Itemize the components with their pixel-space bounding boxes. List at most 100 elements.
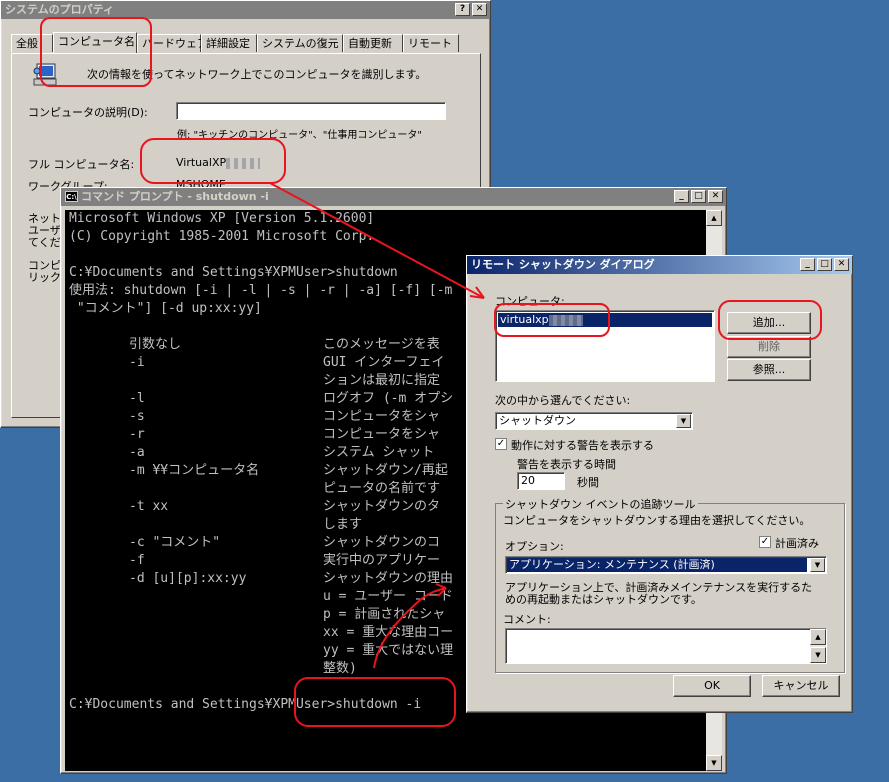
computer-item-text: virtualxp: [500, 313, 549, 326]
choose-action-label: 次の中から選んでください:: [495, 394, 631, 407]
console-line: (C) Copyright 1985-2001 Microsoft Corp.: [69, 229, 375, 244]
option-desc: 整数): [323, 661, 357, 676]
window-title: コマンド プロンプト - shutdown -i: [81, 190, 269, 203]
seconds-label: 秒間: [577, 476, 599, 489]
description-input[interactable]: [176, 102, 446, 120]
option-select[interactable]: アプリケーション: メンテナンス (計画済) ▼: [505, 556, 827, 574]
tab-auto-update[interactable]: 自動更新: [343, 34, 403, 52]
planned-checkbox[interactable]: ✓: [759, 536, 771, 548]
option-flag: -r: [129, 427, 145, 442]
console-line: 使用法: shutdown [-i | -l | -s | -r | -a] […: [69, 283, 461, 298]
window-title: システムのプロパティ: [5, 3, 115, 16]
option-desc: GUI インターフェイ: [323, 355, 445, 370]
close-button[interactable]: ✕: [834, 258, 849, 271]
warn-checkbox-label: 動作に対する警告を表示する: [511, 439, 654, 452]
option-desc: このメッセージを表: [323, 337, 440, 352]
description-label: コンピュータの説明(D):: [28, 106, 148, 119]
option-flag: -i: [129, 355, 145, 370]
option-desc: ピュータの名前です: [323, 481, 441, 496]
console-line: "コメント"] [-d up:xx:yy]: [69, 301, 262, 316]
tab-computer-name[interactable]: コンピュータ名: [53, 32, 137, 53]
option-flag: 引数なし: [129, 337, 182, 352]
command-prompt-titlebar[interactable]: C:\ コマンド プロンプト - shutdown -i _ □ ✕: [61, 188, 726, 206]
computer-list-item[interactable]: virtualxp: [498, 313, 712, 327]
remote-shutdown-dialog: リモート シャットダウン ダイアログ _ □ ✕ コンピュータ: virtual…: [466, 255, 853, 713]
comment-textarea[interactable]: ▲ ▼: [505, 628, 827, 664]
option-desc: ションは最初に指定: [323, 373, 441, 388]
computers-label: コンピュータ:: [495, 295, 565, 308]
tab-system-restore[interactable]: システムの復元: [257, 34, 343, 52]
option-desc: シャットダウンのタ: [323, 499, 441, 514]
option-flag: -f: [129, 553, 145, 568]
option-desc: コンピュータをシャ: [323, 409, 441, 424]
tab-advanced[interactable]: 詳細設定: [201, 34, 257, 52]
redacted-mask: [548, 314, 583, 326]
maximize-button[interactable]: □: [817, 258, 832, 271]
option-description: アプリケーション上で、計画済みメインテナンスを実行するための再起動またはシャット…: [505, 581, 813, 606]
console-line: C:¥Documents and Settings¥XPMUser>shutdo…: [69, 265, 398, 280]
option-desc: システム シャット: [323, 445, 435, 460]
system-properties-titlebar[interactable]: システムのプロパティ ? ✕: [1, 1, 490, 19]
option-desc: コンピュータをシャ: [323, 427, 441, 442]
cancel-button[interactable]: キャンセル: [762, 675, 840, 697]
option-desc: シャットダウンの理由: [323, 571, 454, 586]
redacted-mask: [226, 157, 261, 169]
close-button[interactable]: ✕: [472, 3, 487, 16]
option-desc: xx = 重大な理由コー: [323, 625, 454, 640]
full-name-value: VirtualXP: [176, 156, 261, 169]
action-select-value: シャットダウン: [499, 414, 576, 427]
scroll-down-arrow[interactable]: ▼: [810, 647, 826, 663]
option-desc: ログオフ (-m オプシ: [323, 391, 454, 406]
planned-label: 計画済み: [775, 537, 819, 550]
full-name-label: フル コンピュータ名:: [28, 158, 135, 171]
computers-list[interactable]: virtualxp: [495, 310, 715, 382]
option-flag: -a: [129, 445, 145, 460]
option-flag: -l: [129, 391, 145, 406]
option-desc: シャットダウンのコ: [323, 535, 441, 550]
help-button[interactable]: ?: [455, 3, 470, 16]
remove-button[interactable]: 削除: [727, 336, 811, 358]
option-flag: -c "コメント": [129, 535, 221, 550]
intro-text: 次の情報を使ってネットワーク上でこのコンピュータを識別します。: [87, 68, 427, 81]
maximize-button[interactable]: □: [691, 190, 706, 203]
comment-label: コメント:: [503, 613, 551, 626]
option-desc: 実行中のアプリケー: [323, 553, 441, 568]
scroll-down-arrow[interactable]: ▼: [706, 755, 722, 771]
option-label: オプション:: [505, 540, 564, 553]
option-desc: yy = 重大ではない理: [323, 643, 454, 658]
option-flag: -m ¥¥コンピュータ名: [129, 463, 260, 478]
chevron-down-icon[interactable]: ▼: [810, 558, 825, 572]
option-desc: シャットダウン/再起: [323, 463, 448, 478]
option-flag: -s: [129, 409, 145, 424]
option-flag: -t xx: [129, 499, 169, 514]
option-flag: -d [u][p]:xx:yy: [129, 571, 247, 586]
chevron-down-icon[interactable]: ▼: [676, 414, 691, 428]
warn-time-input[interactable]: 20: [517, 472, 565, 490]
minimize-button[interactable]: _: [800, 258, 815, 271]
warn-time-label: 警告を表示する時間: [517, 458, 616, 471]
action-select[interactable]: シャットダウン ▼: [495, 412, 693, 430]
computer-icon: [31, 61, 59, 89]
tab-remote[interactable]: リモート: [403, 34, 459, 52]
ok-button[interactable]: OK: [673, 675, 751, 697]
remote-shutdown-titlebar[interactable]: リモート シャットダウン ダイアログ _ □ ✕: [467, 256, 852, 274]
cmd-app-icon: C:\: [65, 191, 78, 202]
event-tracker-group-label: シャットダウン イベントの追跡ツール: [503, 496, 698, 512]
browse-button[interactable]: 参照...: [727, 359, 811, 381]
scroll-up-arrow[interactable]: ▲: [706, 210, 722, 226]
option-desc: p = 計画されたシャ: [323, 607, 446, 622]
console-line: Microsoft Windows XP [Version 5.1.2600]: [69, 211, 375, 226]
option-select-value: アプリケーション: メンテナンス (計画済): [507, 558, 807, 572]
minimize-button[interactable]: _: [674, 190, 689, 203]
close-button[interactable]: ✕: [708, 190, 723, 203]
add-button[interactable]: 追加...: [727, 312, 811, 334]
comment-scrollbar[interactable]: ▲ ▼: [810, 629, 826, 663]
window-title: リモート シャットダウン ダイアログ: [471, 258, 655, 271]
full-name-text: VirtualXP: [176, 156, 227, 169]
warn-checkbox[interactable]: ✓: [495, 438, 507, 450]
scroll-up-arrow[interactable]: ▲: [810, 629, 826, 645]
tab-general[interactable]: 全般: [11, 34, 53, 52]
tab-strip: 全般 コンピュータ名 ハードウェア 詳細設定 システムの復元 自動更新 リモート: [11, 32, 481, 54]
final-prompt-line: C:¥Documents and Settings¥XPMUser>shutdo…: [69, 697, 422, 712]
tab-hardware[interactable]: ハードウェア: [137, 34, 208, 52]
